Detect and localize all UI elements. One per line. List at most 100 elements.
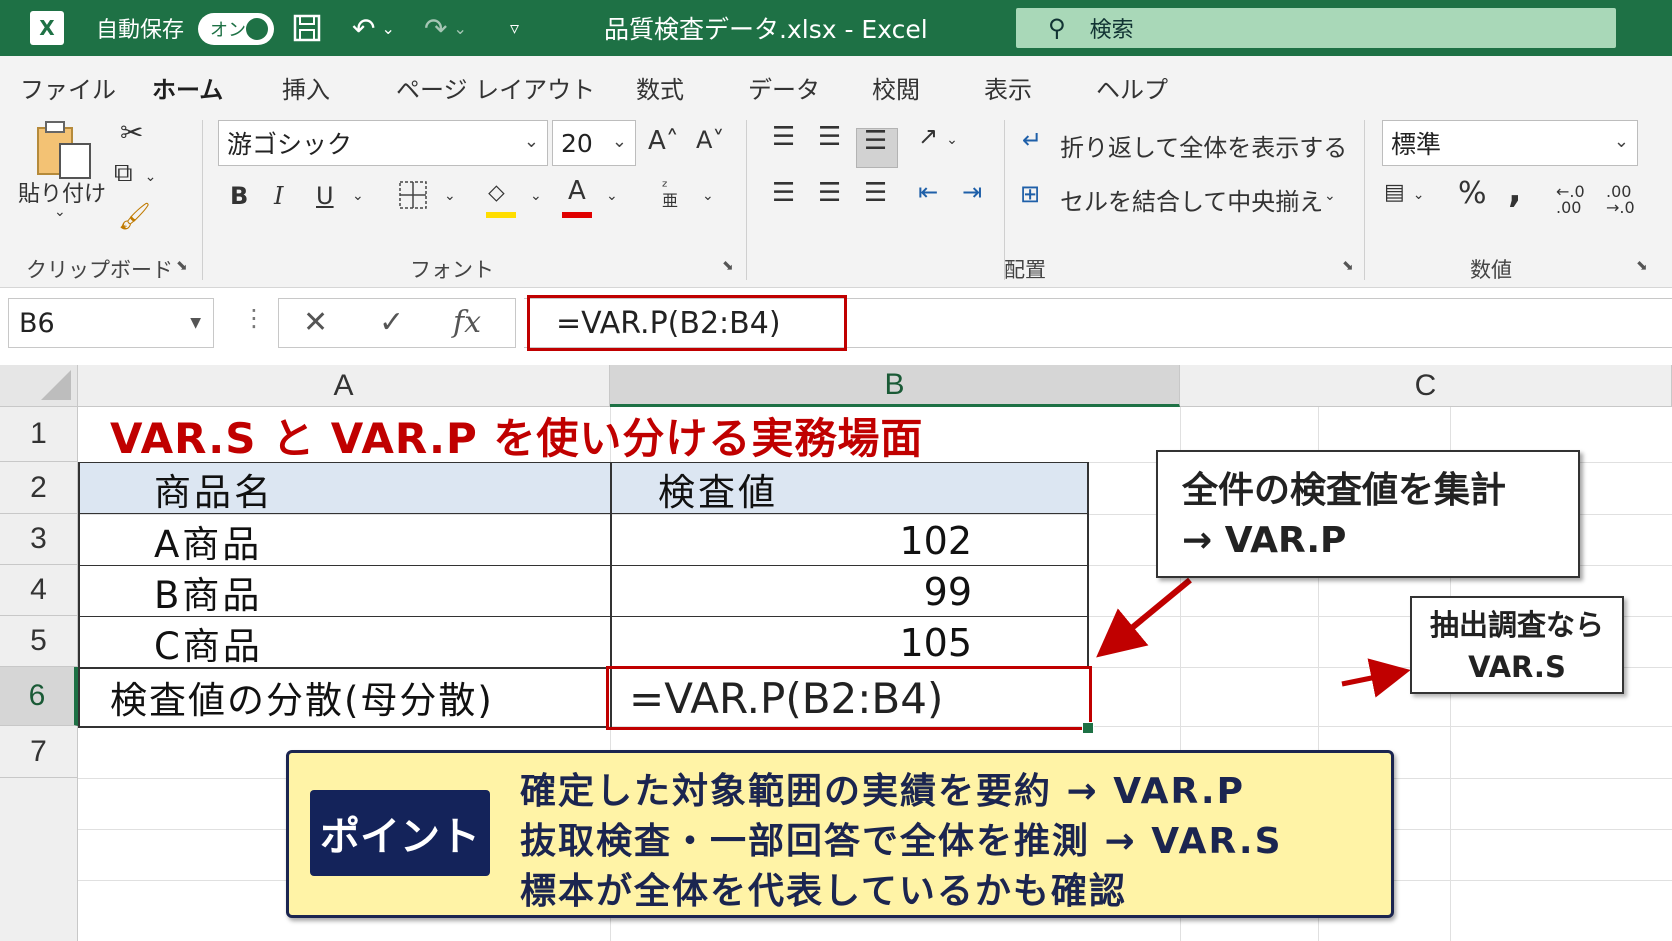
search-icon: ⚲	[1048, 14, 1066, 42]
align-center-icon[interactable]: ☰	[818, 178, 841, 208]
active-cell-b6[interactable]: =VAR.P(B2:B4)	[606, 666, 1092, 730]
tab-formulas[interactable]: 数式	[636, 70, 684, 105]
align-bottom-icon: ☰	[864, 126, 888, 156]
fill-handle[interactable]	[1082, 722, 1094, 734]
chevron-down-icon[interactable]: ⌄	[530, 188, 542, 204]
insert-function-icon[interactable]: fx	[453, 305, 481, 340]
underline-button[interactable]: U	[316, 182, 334, 210]
format-painter-icon[interactable]: 🖌	[118, 202, 151, 232]
align-top-icon[interactable]: ☰	[772, 122, 795, 152]
chevron-down-icon[interactable]: ⌄	[606, 188, 618, 204]
chevron-down-icon[interactable]: ⌄	[702, 188, 714, 204]
wrap-text-icon[interactable]: ↵	[1022, 126, 1042, 154]
enter-icon[interactable]: ✓	[379, 305, 404, 340]
percent-button[interactable]: %	[1458, 176, 1487, 211]
table-row[interactable]: A商品	[78, 515, 610, 566]
formula-buttons: ✕ ✓ fx	[278, 298, 516, 348]
alignment-launcher-icon[interactable]: ⬊	[1342, 258, 1354, 274]
redo-icon[interactable]: ↷ ⌄	[424, 0, 467, 56]
row-header-2[interactable]: 2	[0, 462, 78, 514]
row-header-4[interactable]: 4	[0, 565, 78, 616]
tab-home[interactable]: ホーム	[152, 70, 224, 113]
decrease-decimal-button[interactable]: .00 →.0	[1606, 184, 1646, 216]
increase-decimal-button[interactable]: ←.0 .00	[1556, 184, 1596, 216]
column-header-a[interactable]: A	[78, 365, 610, 407]
chevron-down-icon: ⌄	[523, 131, 539, 152]
chevron-down-icon[interactable]: ⌄	[352, 188, 364, 204]
merge-center-button[interactable]: セルを結合して中央揃え	[1060, 182, 1323, 217]
chevron-down-icon[interactable]: ⌄	[1324, 188, 1336, 204]
shrink-font-button[interactable]: A˅	[696, 126, 724, 154]
fill-color-icon[interactable]: ⬦	[488, 178, 505, 206]
formula-text[interactable]: =VAR.P(B2:B4)	[527, 295, 847, 351]
borders-icon[interactable]	[398, 180, 428, 216]
search-box[interactable]: ⚲ 検索	[1016, 8, 1616, 48]
align-middle-icon[interactable]: ☰	[818, 122, 841, 152]
tab-review[interactable]: 校閲	[872, 70, 920, 105]
save-icon[interactable]	[292, 0, 322, 56]
grow-font-button[interactable]: A˄	[648, 126, 679, 156]
font-color-button[interactable]: A	[568, 176, 586, 206]
merge-center-icon[interactable]: ⊞	[1020, 180, 1040, 208]
header-inspection-value[interactable]: 検査値	[610, 463, 1088, 514]
font-size-select[interactable]: 20 ⌄	[552, 120, 636, 166]
clipboard-group-label: クリップボード	[26, 258, 173, 282]
font-launcher-icon[interactable]: ⬊	[722, 258, 734, 274]
undo-icon[interactable]: ↶ ⌄	[352, 0, 395, 56]
number-launcher-icon[interactable]: ⬊	[1636, 258, 1648, 274]
paste-dropdown-icon[interactable]: ⌄	[54, 204, 66, 220]
bold-button[interactable]: B	[230, 182, 248, 210]
wrap-text-button[interactable]: 折り返して全体を表示する	[1060, 128, 1347, 163]
tab-help[interactable]: ヘルプ	[1096, 70, 1168, 105]
copy-icon[interactable]: ⧉ ⌄	[114, 158, 156, 189]
tab-page-layout[interactable]: ページ レイアウト	[396, 70, 595, 105]
accounting-format-icon[interactable]: ▤ ⌄	[1384, 180, 1425, 205]
more-icon[interactable]: ⋮	[242, 304, 266, 332]
table-row[interactable]: C商品	[78, 617, 610, 668]
search-placeholder: 検索	[1089, 18, 1134, 43]
column-header-c[interactable]: C	[1180, 365, 1672, 407]
point-line-3: 標本が全体を代表しているかも確認	[520, 871, 1127, 912]
italic-button[interactable]: I	[274, 182, 283, 210]
decrease-indent-icon[interactable]: ⇤	[918, 178, 938, 206]
row-header-6[interactable]: 6	[0, 667, 78, 726]
name-box[interactable]: B6 ▼	[8, 298, 214, 348]
select-all-corner[interactable]	[0, 365, 78, 407]
document-title: 品質検査データ.xlsx - Excel	[604, 15, 928, 44]
customize-qat-icon[interactable]: ▿	[510, 0, 519, 56]
sheet-title[interactable]: VAR.S と VAR.P を使い分ける実務場面	[110, 408, 923, 463]
tab-data[interactable]: データ	[748, 70, 820, 105]
autosave-toggle[interactable]: オン	[198, 13, 274, 45]
cut-icon[interactable]: ✂	[120, 116, 143, 149]
align-right-icon[interactable]: ☰	[864, 178, 887, 208]
table-row[interactable]: 99	[610, 566, 1088, 617]
increase-indent-icon[interactable]: ⇥	[962, 178, 982, 206]
orientation-icon[interactable]: ↗ ⌄	[918, 122, 958, 150]
font-name-select[interactable]: 游ゴシック ⌄	[218, 120, 548, 166]
row-header-1[interactable]: 1	[0, 407, 78, 462]
toggle-knob	[246, 18, 268, 40]
column-header-b[interactable]: B	[610, 365, 1180, 407]
comma-button[interactable]: ,	[1508, 170, 1522, 211]
phonetic-icon[interactable]: ᶻ亜	[662, 179, 678, 209]
align-left-icon[interactable]: ☰	[772, 178, 795, 208]
number-format-select[interactable]: 標準 ⌄	[1382, 120, 1638, 166]
row-header-5[interactable]: 5	[0, 616, 78, 667]
font-name-value: 游ゴシック	[227, 130, 353, 159]
font-group-label: フォント	[410, 258, 494, 282]
chevron-down-icon: ▼	[190, 315, 201, 331]
table-row[interactable]: B商品	[78, 566, 610, 617]
table-row[interactable]: 105	[610, 617, 1088, 668]
tab-insert[interactable]: 挿入	[282, 70, 330, 105]
chevron-down-icon[interactable]: ⌄	[444, 188, 456, 204]
clipboard-launcher-icon[interactable]: ⬊	[176, 258, 188, 274]
header-product-name[interactable]: 商品名	[78, 463, 610, 514]
table-row[interactable]: 102	[610, 515, 1088, 566]
row-header-7[interactable]: 7	[0, 726, 78, 778]
cancel-icon[interactable]: ✕	[303, 305, 328, 340]
tab-file[interactable]: ファイル	[20, 70, 116, 105]
variance-label-cell[interactable]: 検査値の分散(母分散)	[110, 670, 610, 723]
row-header-3[interactable]: 3	[0, 514, 78, 565]
ribbon-tabs: ファイル ホーム 挿入 ページ レイアウト 数式 データ 校閲 表示 ヘルプ	[0, 56, 1672, 113]
tab-view[interactable]: 表示	[984, 70, 1032, 105]
